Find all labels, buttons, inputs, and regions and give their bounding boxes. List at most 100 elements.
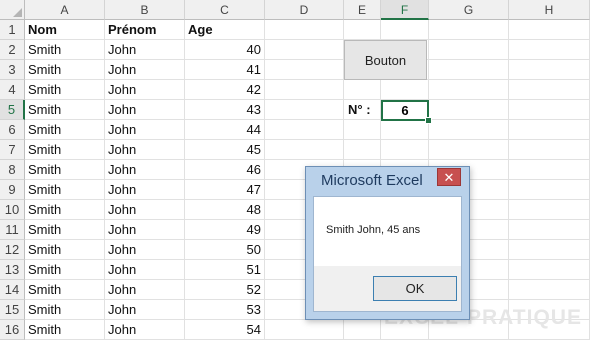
column-header-b[interactable]: B [105,0,185,20]
cell[interactable] [509,160,590,180]
cell[interactable] [509,140,590,160]
cell[interactable] [344,20,381,40]
select-all-corner[interactable] [0,0,25,20]
cell-nom[interactable]: Smith [25,80,105,100]
header-nom[interactable]: Nom [25,20,105,40]
column-header-f[interactable]: F [381,0,429,20]
cell-nom[interactable]: Smith [25,320,105,340]
row-header-3[interactable]: 3 [0,60,25,80]
cell[interactable] [509,200,590,220]
cell-nom[interactable]: Smith [25,280,105,300]
cell[interactable] [509,120,590,140]
cell-prenom[interactable]: John [105,60,185,80]
cell-prenom[interactable]: John [105,240,185,260]
cell-nom[interactable]: Smith [25,140,105,160]
cell-nom[interactable]: Smith [25,200,105,220]
cell[interactable] [265,80,344,100]
cell[interactable] [265,120,344,140]
cell[interactable] [509,220,590,240]
cell-prenom[interactable]: John [105,280,185,300]
cell[interactable] [509,20,590,40]
cell-age[interactable]: 40 [185,40,265,60]
row-header-9[interactable]: 9 [0,180,25,200]
cell-nom[interactable]: Smith [25,260,105,280]
row-header-7[interactable]: 7 [0,140,25,160]
bouton-button[interactable]: Bouton [344,40,427,80]
cell-age[interactable]: 46 [185,160,265,180]
cell[interactable] [429,40,509,60]
cell-age[interactable]: 42 [185,80,265,100]
cell[interactable] [344,120,381,140]
row-header-11[interactable]: 11 [0,220,25,240]
cell[interactable] [344,320,381,340]
cell-prenom[interactable]: John [105,320,185,340]
cell-age[interactable]: 53 [185,300,265,320]
cell-age[interactable]: 45 [185,140,265,160]
cell[interactable] [265,20,344,40]
cell-nom[interactable]: Smith [25,60,105,80]
cell[interactable] [265,320,344,340]
cell-prenom[interactable]: John [105,180,185,200]
cell-prenom[interactable]: John [105,300,185,320]
cell[interactable] [509,260,590,280]
cell-age[interactable]: 54 [185,320,265,340]
row-header-4[interactable]: 4 [0,80,25,100]
cell[interactable] [429,120,509,140]
cell-prenom[interactable]: John [105,160,185,180]
column-header-e[interactable]: E [344,0,381,20]
cell[interactable] [265,40,344,60]
cell[interactable] [265,60,344,80]
cell-age[interactable]: 41 [185,60,265,80]
cell-age[interactable]: 50 [185,240,265,260]
cell-nom[interactable]: Smith [25,220,105,240]
column-header-h[interactable]: H [509,0,590,20]
cell-prenom[interactable]: John [105,260,185,280]
cell[interactable] [429,100,509,120]
cell-age[interactable]: 48 [185,200,265,220]
cell[interactable] [265,140,344,160]
cell[interactable] [381,20,429,40]
row-header-16[interactable]: 16 [0,320,25,340]
cell[interactable] [429,140,509,160]
cell-prenom[interactable]: John [105,200,185,220]
close-icon[interactable]: ✕ [437,168,461,186]
cell[interactable] [509,80,590,100]
row-header-13[interactable]: 13 [0,260,25,280]
cell-prenom[interactable]: John [105,40,185,60]
row-header-8[interactable]: 8 [0,160,25,180]
cell[interactable] [509,180,590,200]
column-header-d[interactable]: D [265,0,344,20]
cell-age[interactable]: 47 [185,180,265,200]
cell[interactable] [381,80,429,100]
cell-age[interactable]: 44 [185,120,265,140]
row-header-2[interactable]: 2 [0,40,25,60]
cell[interactable] [381,120,429,140]
cell-prenom[interactable]: John [105,100,185,120]
cell-prenom[interactable]: John [105,80,185,100]
cell[interactable] [509,100,590,120]
column-header-g[interactable]: G [429,0,509,20]
cell-nom[interactable]: Smith [25,240,105,260]
cell[interactable] [509,280,590,300]
cell-nom[interactable]: Smith [25,300,105,320]
cell-nom[interactable]: Smith [25,120,105,140]
cell[interactable] [265,100,344,120]
cell[interactable] [344,80,381,100]
cell[interactable] [381,140,429,160]
row-header-1[interactable]: 1 [0,20,25,40]
cell[interactable] [509,240,590,260]
cell[interactable] [429,60,509,80]
cell-nom[interactable]: Smith [25,180,105,200]
cell-nom[interactable]: Smith [25,160,105,180]
header-prenom[interactable]: Prénom [105,20,185,40]
cell-prenom[interactable]: John [105,140,185,160]
ok-button[interactable]: OK [373,276,457,301]
row-header-5[interactable]: 5 [0,100,25,120]
active-cell-f5[interactable]: 6 [381,100,429,121]
column-header-c[interactable]: C [185,0,265,20]
cell-nom[interactable]: Smith [25,40,105,60]
cell-age[interactable]: 51 [185,260,265,280]
cell-age[interactable]: 52 [185,280,265,300]
cell[interactable] [509,40,590,60]
fill-handle[interactable] [425,117,432,124]
